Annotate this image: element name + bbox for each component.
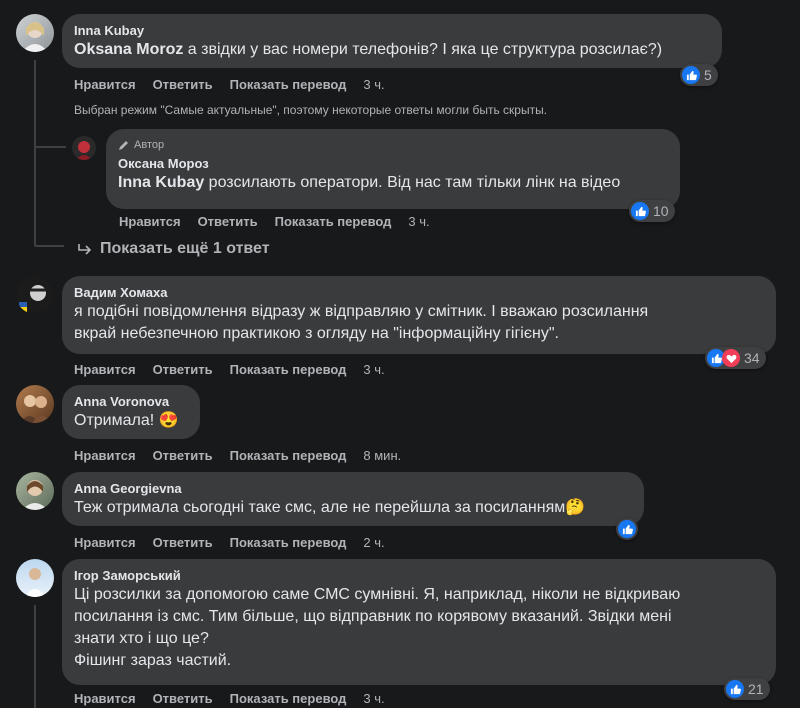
comment-actions: Нравится Ответить Показать перевод 2 ч. <box>74 535 385 551</box>
comment-time[interactable]: 2 ч. <box>363 535 384 551</box>
thread-line <box>34 605 36 708</box>
mention-link[interactable]: Inna Kubay <box>118 174 204 191</box>
reply-button[interactable]: Ответить <box>153 535 213 551</box>
comment-author[interactable]: Inna Kubay <box>74 22 710 39</box>
translate-button[interactable]: Показать перевод <box>230 691 347 707</box>
comment-author[interactable]: Anna Georgievna <box>74 480 632 497</box>
reaction-count: 5 <box>704 67 712 83</box>
reaction-summary[interactable] <box>616 518 638 540</box>
translate-button[interactable]: Показать перевод <box>230 77 347 93</box>
comment-author[interactable]: Вадим Хомаха <box>74 284 764 301</box>
comment-text-line: знати хто і що це? <box>74 630 209 647</box>
translate-button[interactable]: Показать перевод <box>275 214 392 230</box>
reply-button[interactable]: Ответить <box>153 362 213 378</box>
comment-time[interactable]: 8 мин. <box>363 448 401 464</box>
comment-time[interactable]: 3 ч. <box>363 691 384 707</box>
comment-text-line: Ці розсилки за допомогою саме СМС сумнів… <box>74 586 681 603</box>
like-button[interactable]: Нравится <box>74 362 136 378</box>
comment-actions: Нравится Ответить Показать перевод 3 ч. <box>119 214 430 230</box>
reaction-count: 10 <box>653 203 669 219</box>
comment-actions: Нравится Ответить Показать перевод 3 ч. <box>74 77 385 93</box>
comment-actions: Нравится Ответить Показать перевод 3 ч. <box>74 691 385 707</box>
avatar[interactable] <box>16 276 54 314</box>
thread-line <box>34 60 36 245</box>
comment-time[interactable]: 3 ч. <box>363 77 384 93</box>
reaction-summary[interactable]: 5 <box>680 64 718 86</box>
comment-text: Теж отримала сьогодні таке смс, але не п… <box>74 499 586 516</box>
avatar[interactable] <box>16 559 54 597</box>
reaction-count: 21 <box>748 681 764 697</box>
reaction-summary[interactable]: 21 <box>724 678 770 700</box>
like-icon <box>631 202 649 220</box>
comment-text: Отримала! 😍 <box>74 412 179 429</box>
comment-actions: Нравится Ответить Показать перевод 3 ч. <box>74 362 385 378</box>
comment-author[interactable]: Оксана Мороз <box>118 155 668 172</box>
comment-actions: Нравится Ответить Показать перевод 8 мин… <box>74 448 401 464</box>
comment-bubble: Anna Voronova Отримала! 😍 <box>62 385 200 439</box>
comment-bubble: Inna Kubay Oksana Moroz а звідки у вас н… <box>62 14 722 68</box>
comment-text: Inna Kubay розсилають оператори. Від нас… <box>118 174 621 191</box>
avatar-photo <box>16 276 54 314</box>
thread-connector <box>34 146 66 148</box>
like-button[interactable]: Нравится <box>74 535 136 551</box>
like-icon <box>682 66 700 84</box>
thread-connector <box>34 245 64 247</box>
comment-text: Oksana Moroz а звідки у вас номери телеф… <box>74 41 663 58</box>
avatar[interactable] <box>16 472 54 510</box>
avatar-photo <box>22 22 48 52</box>
reaction-count: 34 <box>744 350 760 366</box>
comment-bubble: Автор Оксана Мороз Inna Kubay розсилають… <box>106 129 680 209</box>
translate-button[interactable]: Показать перевод <box>230 535 347 551</box>
avatar-photo <box>25 568 45 597</box>
reply-arrow-icon <box>78 244 92 255</box>
translate-button[interactable]: Показать перевод <box>230 362 347 378</box>
comment-bubble: Anna Georgievna Теж отримала сьогодні та… <box>62 472 644 526</box>
avatar[interactable] <box>72 136 96 160</box>
comment-bubble: Вадим Хомаха я подібні повідомлення відр… <box>62 276 776 354</box>
translate-button[interactable]: Показать перевод <box>230 448 347 464</box>
like-button[interactable]: Нравится <box>74 448 136 464</box>
comment-time[interactable]: 3 ч. <box>363 362 384 378</box>
author-badge: Автор <box>118 138 668 152</box>
avatar-photo <box>22 480 48 510</box>
like-button[interactable]: Нравится <box>74 77 136 93</box>
avatar[interactable] <box>16 385 54 423</box>
comment-author[interactable]: Anna Voronova <box>74 393 188 410</box>
comment-time[interactable]: 3 ч. <box>408 214 429 230</box>
reply-button[interactable]: Ответить <box>198 214 258 230</box>
like-icon <box>726 680 744 698</box>
like-button[interactable]: Нравится <box>119 214 181 230</box>
comment-author[interactable]: Ігор Заморський <box>74 567 764 584</box>
comment-text-line: я подібні повідомлення відразу ж відправ… <box>74 303 649 320</box>
heart-icon <box>722 349 740 367</box>
mention-link[interactable]: Oksana Moroz <box>74 41 183 58</box>
avatar-photo <box>20 395 52 423</box>
reply-button[interactable]: Ответить <box>153 77 213 93</box>
comment-bubble: Ігор Заморський Ці розсилки за допомогою… <box>62 559 776 685</box>
reply-button[interactable]: Ответить <box>153 691 213 707</box>
comment-text-line: Фішинг зараз частий. <box>74 652 232 669</box>
pencil-icon <box>119 141 128 150</box>
reaction-summary[interactable]: 10 <box>629 200 675 222</box>
comment-text-line: вкрай небезпечною практикою з огляду на … <box>74 325 559 342</box>
show-more-replies[interactable]: Показать ещё 1 ответ <box>77 240 270 258</box>
reply-button[interactable]: Ответить <box>153 448 213 464</box>
comment-text-line: посилання із смс. Тим більше, що відправ… <box>74 608 672 625</box>
like-icon <box>618 520 636 538</box>
avatar[interactable] <box>16 14 54 52</box>
reaction-summary[interactable]: 34 <box>705 347 766 369</box>
filter-note: Выбран режим "Самые актуальные", поэтому… <box>74 103 548 117</box>
like-button[interactable]: Нравится <box>74 691 136 707</box>
avatar-photo <box>76 141 92 160</box>
